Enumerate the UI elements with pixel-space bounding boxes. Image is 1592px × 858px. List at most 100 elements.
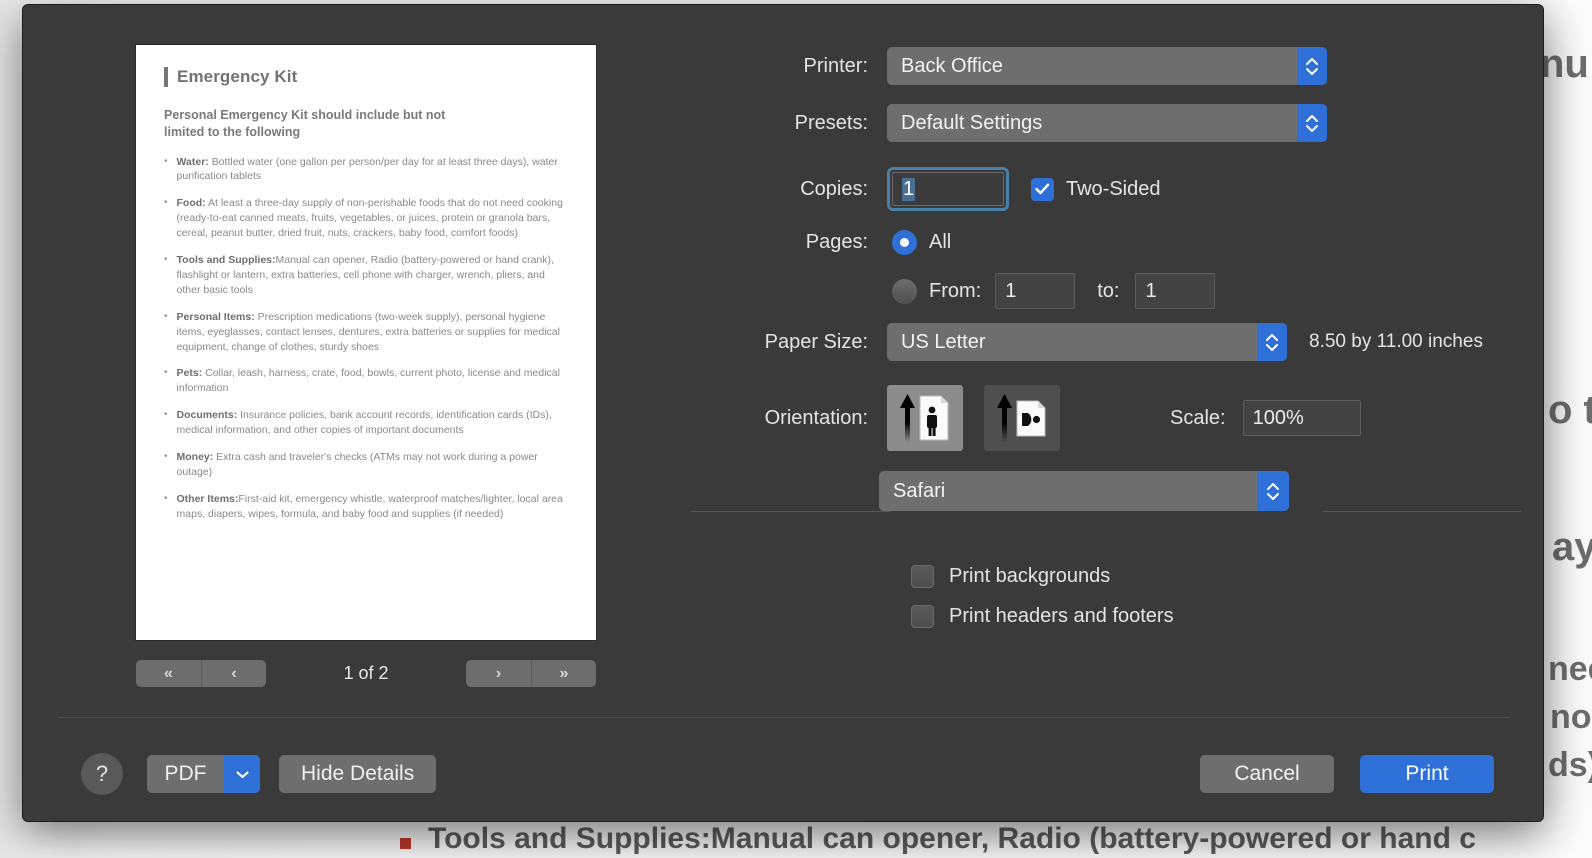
presets-select[interactable]: Default Settings <box>887 104 1327 142</box>
page-indicator: 1 of 2 <box>343 663 389 683</box>
preview-bullet-text: Documents: Insurance policies, bank acco… <box>176 409 552 437</box>
print-headers-checkbox[interactable] <box>911 605 934 628</box>
pages-range-control[interactable]: From: <box>892 278 982 304</box>
pages-all-label: All <box>929 231 952 253</box>
preview-bullet-term: Tools and Supplies: <box>176 254 276 267</box>
print-dialog: Emergency Kit Personal Emergency Kit sho… <box>22 4 1544 822</box>
preview-bullet-text: Water: Bottled water (one gallon per per… <box>176 155 558 183</box>
chevron-updown-icon[interactable] <box>1297 104 1327 142</box>
preview-bullet-term: Water: <box>176 155 209 168</box>
last-page-button[interactable]: » <box>530 660 596 687</box>
bullet-dot-icon: • <box>164 155 168 167</box>
background-text-fragment: nu <box>1540 42 1589 86</box>
scale-input[interactable]: 100% <box>1242 400 1361 436</box>
preview-bullet-term: Documents: <box>176 409 238 422</box>
copies-input[interactable]: 1 <box>892 172 1004 206</box>
pdf-button-label: PDF <box>164 762 207 785</box>
chevron-updown-icon[interactable] <box>1297 47 1327 85</box>
print-headers-label: Print headers and footers <box>949 605 1174 627</box>
first-page-button[interactable]: « <box>136 660 201 687</box>
background-text-fragment: ay <box>1552 525 1592 569</box>
print-backgrounds-checkbox[interactable] <box>911 565 934 588</box>
chevron-updown-icon[interactable] <box>1257 471 1289 511</box>
preview-bullet-item: • Documents: Insurance policies, bank acc… <box>164 408 568 438</box>
printer-label: Printer: <box>803 54 868 77</box>
preview-title-row: Emergency Kit <box>164 67 568 87</box>
hide-details-button[interactable]: Hide Details <box>279 755 437 793</box>
app-select[interactable]: Safari <box>879 471 1289 511</box>
preview-document-subtitle: Personal Emergency Kit should include bu… <box>164 108 446 140</box>
print-backgrounds-label: Print backgrounds <box>949 565 1111 587</box>
paper-size-row: Paper Size: US Letter 8.50 by 11.00 inch… <box>713 323 1483 361</box>
print-backgrounds-row[interactable]: Print backgrounds <box>911 565 1110 588</box>
scale-label: Scale: <box>1170 406 1226 429</box>
paper-size-label: Paper Size: <box>764 330 868 353</box>
bottom-divider <box>58 717 1510 718</box>
preview-bullet-item: • Water: Bottled water (one gallon per pe… <box>164 155 568 185</box>
pages-all-control[interactable]: All <box>892 230 951 255</box>
pages-from-label: From: <box>929 279 982 302</box>
preview-bullet-text: Food: At least a three-day supply of non… <box>176 197 563 240</box>
cancel-button[interactable]: Cancel <box>1200 755 1334 793</box>
orientation-label: Orientation: <box>764 406 868 429</box>
pages-all-radio[interactable] <box>892 230 917 255</box>
app-section-divider-left <box>691 511 891 512</box>
preview-bullet-item: • Personal Items: Prescription medication… <box>164 310 568 355</box>
preview-bullet-item: • Food: At least a three-day supply of no… <box>164 196 568 241</box>
bullet-dot-icon: • <box>164 197 168 209</box>
two-sided-checkbox[interactable] <box>1031 177 1054 201</box>
landscape-icon <box>997 394 1046 442</box>
page-nav-forward-group: › » <box>465 660 596 687</box>
paper-dimensions-text: 8.50 by 11.00 inches <box>1309 331 1483 352</box>
app-section-divider-right <box>1323 511 1521 512</box>
presets-row: Presets: Default Settings <box>713 104 1327 142</box>
chevron-down-icon[interactable] <box>224 755 260 793</box>
printer-select-value: Back Office <box>901 54 1003 77</box>
pages-to-input[interactable]: 1 <box>1135 273 1216 309</box>
preview-bullet-item: • Money: Extra cash and traveler's checks… <box>164 450 568 480</box>
paper-size-select[interactable]: US Letter <box>887 323 1287 361</box>
preview-bullet-term: Pets: <box>176 367 203 380</box>
preview-bullet-list: • Water: Bottled water (one gallon per pe… <box>164 155 568 522</box>
preview-bullet-term: Food: <box>176 197 206 210</box>
pages-range-row: From: 1 to: 1 <box>713 273 1216 309</box>
pages-from-input[interactable]: 1 <box>995 273 1076 309</box>
two-sided-label: Two-Sided <box>1066 177 1161 200</box>
background-text-fragment: nee <box>1548 650 1592 688</box>
two-sided-control[interactable]: Two-Sided <box>1031 177 1161 201</box>
printer-select[interactable]: Back Office <box>887 47 1327 85</box>
copies-input-value: 1 <box>902 177 916 201</box>
pages-to-label: to: <box>1097 279 1120 302</box>
preview-bullet-term: Personal Items: <box>176 310 255 323</box>
page-nav-back-group: « ‹ <box>136 660 266 687</box>
background-text-fragment: ds) <box>1548 746 1592 784</box>
preview-bullet-term: Money: <box>176 451 214 464</box>
bullet-dot-icon: • <box>164 254 168 266</box>
previous-page-button[interactable]: ‹ <box>201 660 266 687</box>
help-button[interactable]: ? <box>81 753 123 795</box>
preview-document: Emergency Kit Personal Emergency Kit sho… <box>136 45 596 522</box>
preview-bullet-text: Personal Items: Prescription medications… <box>176 310 560 353</box>
title-accent-bar <box>164 67 168 87</box>
preview-bullet-item: • Pets: Collar, leash, harness, crate, fo… <box>164 366 568 396</box>
paper-size-value: US Letter <box>901 330 986 353</box>
background-bullet-marker <box>400 838 411 849</box>
preview-bullet-text: Other Items:First-aid kit, emergency whi… <box>176 492 563 520</box>
page-navigation: « ‹ 1 of 2 › » <box>136 660 596 687</box>
next-page-button[interactable]: › <box>465 660 531 687</box>
preview-bullet-text: Tools and Supplies:Manual can opener, Ra… <box>176 254 554 296</box>
orientation-portrait-button[interactable] <box>887 385 963 451</box>
print-headers-row[interactable]: Print headers and footers <box>911 605 1174 628</box>
preview-bullet-text: Pets: Collar, leash, harness, crate, foo… <box>176 367 560 395</box>
bullet-dot-icon: • <box>164 310 168 322</box>
orientation-landscape-button[interactable] <box>984 385 1060 451</box>
app-popup-row: Safari <box>879 471 1289 511</box>
preview-bullet-term: Other Items: <box>176 492 239 505</box>
pages-range-radio[interactable] <box>892 278 917 304</box>
copies-field-focus-ring: 1 <box>887 167 1009 211</box>
chevron-updown-icon[interactable] <box>1257 323 1287 361</box>
pdf-button[interactable]: PDF <box>147 755 260 793</box>
preview-bullet-item: • Other Items:First-aid kit, emergency wh… <box>164 492 568 522</box>
preview-bullet-text: Money: Extra cash and traveler's checks … <box>176 451 538 478</box>
print-button[interactable]: Print <box>1360 755 1494 793</box>
